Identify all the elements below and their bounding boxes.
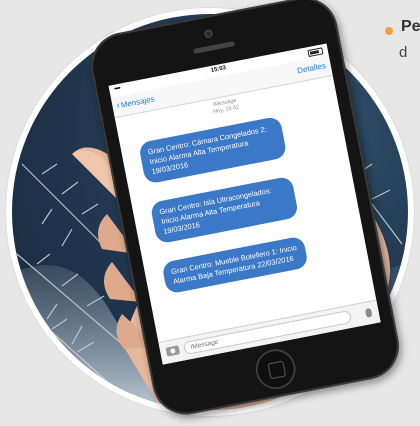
message-bubble[interactable]: Gran Centro: Isla Ultracongelados: Inici… — [149, 175, 300, 245]
details-button[interactable]: Detalles — [296, 61, 326, 75]
back-button-label: Mensajes — [119, 94, 156, 110]
back-to-messages-button[interactable]: ‹ Mensajes — [115, 94, 156, 111]
message-bubble[interactable]: Gran Centro: Mueble Botellero 1: Inicio … — [161, 235, 309, 295]
camera-icon[interactable] — [165, 345, 181, 357]
mic-icon[interactable] — [364, 307, 373, 318]
